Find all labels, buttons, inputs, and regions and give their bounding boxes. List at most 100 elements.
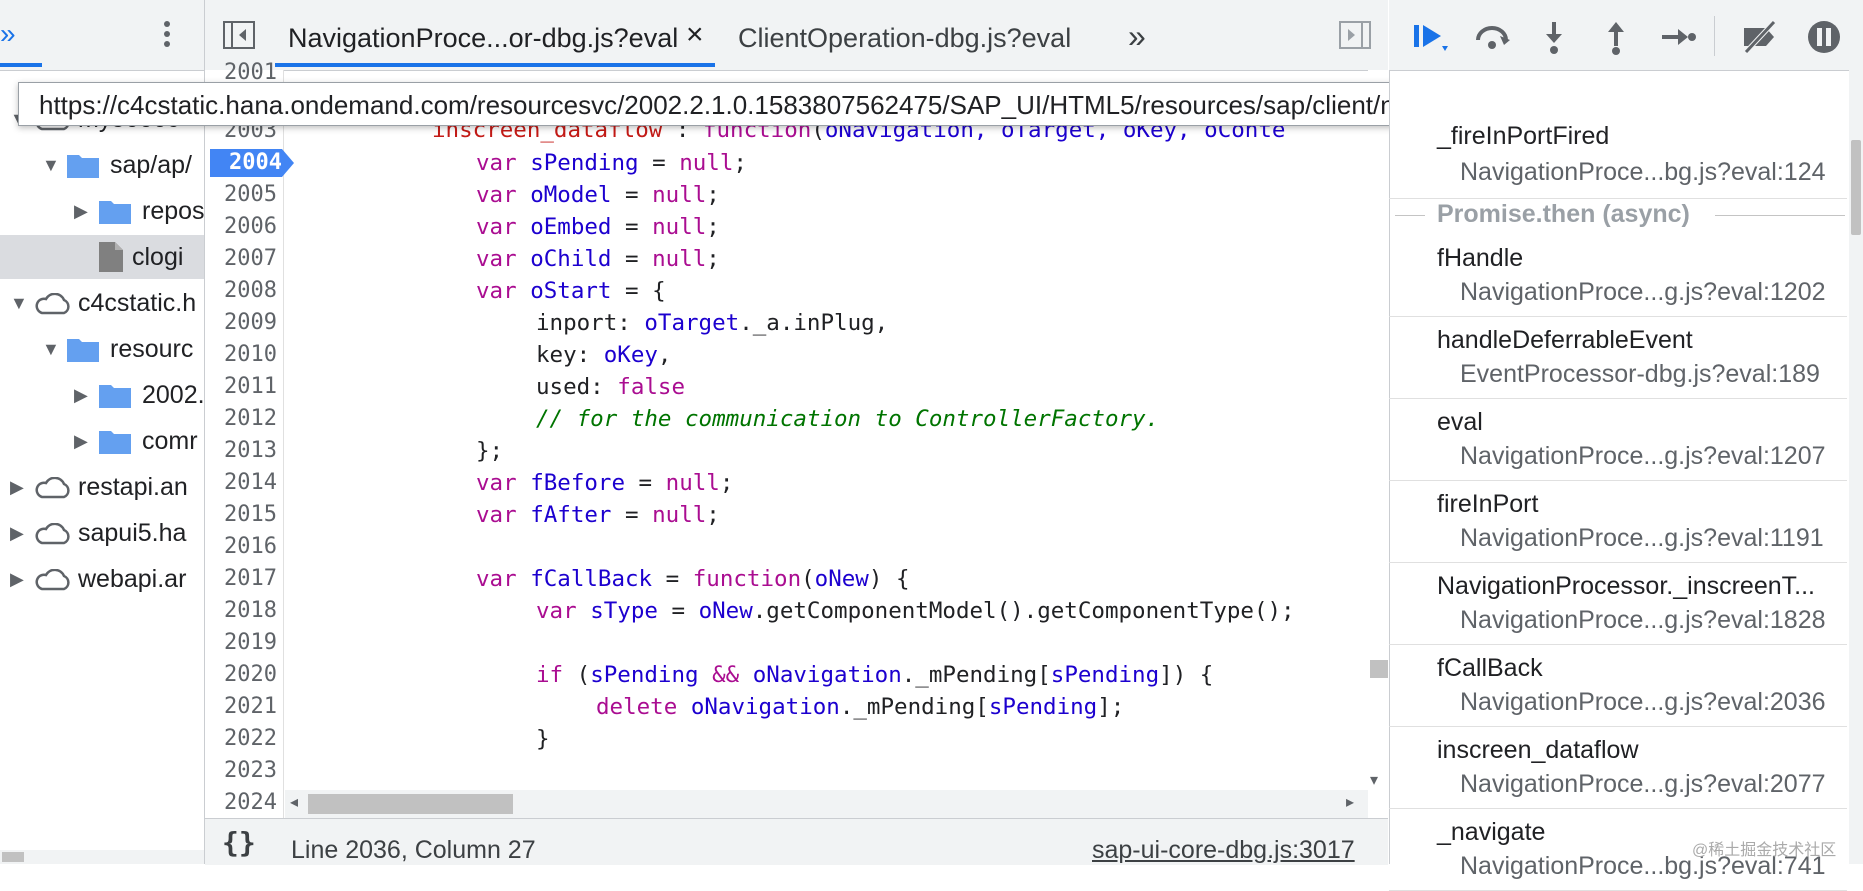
line-number[interactable]: 2019 [205,630,277,655]
expand-down-icon[interactable]: ▼ [10,281,28,325]
tree-item-label: sapui5.ha [78,519,187,547]
line-number[interactable]: 2018 [205,598,277,623]
line-number[interactable]: 2007 [205,246,277,271]
expand-right-icon[interactable]: ▶ [74,189,88,233]
code-line-2005: var oModel = null; [476,182,720,208]
call-frame-name: NavigationProcessor._inscreenT... [1437,572,1815,600]
call-frame[interactable]: eval NavigationProce...g.js?eval:1207 [1389,398,1847,481]
expand-down-icon[interactable]: ▼ [42,327,60,371]
code-line-2010: key: oKey, [536,342,672,368]
tab-client-operation[interactable]: ClientOperation-dbg.js?eval [738,0,1071,70]
cloud-icon [35,569,70,591]
expand-right-icon[interactable]: ▶ [74,373,88,417]
tree-item[interactable]: ▶ 2002. [0,373,205,417]
tree-item[interactable]: ▼ sap/ap/ [0,143,204,187]
toggle-navigator-icon[interactable] [222,20,256,50]
call-frame-name: fHandle [1437,244,1524,272]
editor-vscroll-thumb[interactable] [1370,660,1388,678]
scroll-right-arrow-icon[interactable]: ▸ [1346,792,1354,812]
source-link[interactable]: sap-ui-core-dbg.js:3017 [1092,836,1355,865]
tree-item[interactable]: ▶ sapui5.ha [0,511,204,555]
resume-icon[interactable] [1410,18,1450,56]
line-number[interactable]: 2015 [205,502,277,527]
line-number[interactable]: 2011 [205,374,277,399]
line-number[interactable]: 2005 [205,182,277,207]
code-line-2009: inport: oTarget._a.inPlug, [536,310,889,336]
call-frame-location[interactable]: NavigationProce...g.js?eval:1202 [1460,278,1826,307]
pretty-print-icon[interactable]: {} [222,826,256,859]
tree-item[interactable]: ▼ c4cstatic.h [0,281,204,325]
line-number[interactable]: 2021 [205,694,277,719]
code-line-2017: var fCallBack = function(oNew) { [476,566,910,592]
scroll-left-arrow-icon[interactable]: ◂ [290,792,298,812]
call-frame-location[interactable]: NavigationProce...g.js?eval:1207 [1460,442,1826,471]
toolbar-separator [1714,16,1715,56]
close-tab-icon[interactable]: × [686,20,704,50]
call-frame-location[interactable]: NavigationProce...g.js?eval:1828 [1460,606,1826,635]
call-frame-location[interactable]: NavigationProce...g.js?eval:2077 [1460,770,1826,799]
call-frame[interactable]: inscreen_dataflow NavigationProce...g.js?… [1389,726,1847,809]
line-number[interactable]: 2006 [205,214,277,239]
call-frame-location[interactable]: NavigationProce...g.js?eval:2036 [1460,688,1826,717]
line-number[interactable]: 2023 [205,758,277,783]
call-frame[interactable]: NavigationProcessor._inscreenT... Navigat… [1389,562,1847,645]
debugger-vscroll-thumb[interactable] [1851,140,1861,235]
toggle-debugger-icon[interactable] [1338,20,1372,50]
editor-vscrollbar[interactable] [1368,70,1388,790]
expand-right-icon[interactable]: ▶ [10,465,24,509]
call-frame[interactable]: _fireInPortFired NavigationProce...bg.js… [1389,118,1847,199]
tree-item-label: repos [142,197,205,225]
navigator-hscrollbar[interactable] [0,850,204,864]
code-line-2018: var sType = oNew.getComponentModel().get… [536,598,1295,624]
expand-right-icon[interactable]: ▶ [10,511,24,555]
tree-item[interactable]: ▶ restapi.an [0,465,204,509]
code-line-2022: } [536,726,550,752]
line-number[interactable]: 2014 [205,470,277,495]
tree-item-label: resourc [110,335,194,363]
folder-icon [99,431,131,454]
tree-item[interactable]: ▶ comr [0,419,204,463]
line-number[interactable]: 2024 [205,790,277,815]
call-frame-location[interactable]: EventProcessor-dbg.js?eval:189 [1460,360,1820,389]
deactivate-breakpoints-icon[interactable] [1740,18,1780,56]
call-frame-location[interactable]: NavigationProce...bg.js?eval:124 [1460,158,1826,187]
tree-item[interactable]: ▼ resourc [0,327,204,371]
async-divider [1395,215,1425,216]
step-icon[interactable] [1658,18,1698,56]
line-number[interactable]: 2017 [205,566,277,591]
line-number[interactable]: 2022 [205,726,277,751]
scroll-down-arrow-icon[interactable]: ▾ [1370,770,1378,790]
editor-hscroll-thumb[interactable] [308,794,513,814]
line-number[interactable]: 2020 [205,662,277,687]
step-over-icon[interactable] [1472,18,1512,56]
call-frame-location[interactable]: NavigationProce...g.js?eval:1191 [1460,524,1824,553]
line-number[interactable]: 2008 [205,278,277,303]
expand-down-icon[interactable]: ▼ [42,143,60,187]
expand-right-icon[interactable]: ▶ [10,557,24,601]
tree-item[interactable]: clogi [0,235,204,279]
expand-right-icon[interactable]: ▶ [74,419,88,463]
call-frame[interactable]: fHandle NavigationProce...g.js?eval:1202 [1389,234,1847,317]
line-number[interactable]: 2016 [205,534,277,559]
more-options-icon[interactable] [160,18,174,52]
line-number[interactable]: 2013 [205,438,277,463]
more-tabs-chevron-icon[interactable]: » [0,18,16,50]
call-frame[interactable]: fCallBack NavigationProce...g.js?eval:203… [1389,644,1847,727]
tree-item[interactable]: ▶ webapi.ar [0,557,204,601]
tree-item-label: c4cstatic.h [78,289,197,317]
code-line-2014: var fBefore = null; [476,470,734,496]
code-line-2012: // for the communication to ControllerFa… [536,406,1160,432]
line-number[interactable]: 2012 [205,406,277,431]
step-into-icon[interactable] [1534,18,1574,56]
pause-on-exceptions-icon[interactable] [1804,18,1844,56]
line-number[interactable]: 2009 [205,310,277,335]
code-line-2021: delete oNavigation._mPending[sPending]; [596,694,1125,720]
line-number[interactable]: 2010 [205,342,277,367]
step-out-icon[interactable] [1596,18,1636,56]
more-tabs-chevron-icon[interactable]: » [1128,18,1146,55]
tree-item[interactable]: ▶ repos [0,189,205,233]
tab-navigation-processor[interactable]: NavigationProce...or-dbg.js?eval [288,0,678,70]
call-frame[interactable]: handleDeferrableEvent EventProcessor-dbg.… [1389,316,1847,399]
call-frame[interactable]: fireInPort NavigationProce...g.js?eval:11… [1389,480,1847,563]
navigator-hscroll-thumb[interactable] [2,852,24,862]
